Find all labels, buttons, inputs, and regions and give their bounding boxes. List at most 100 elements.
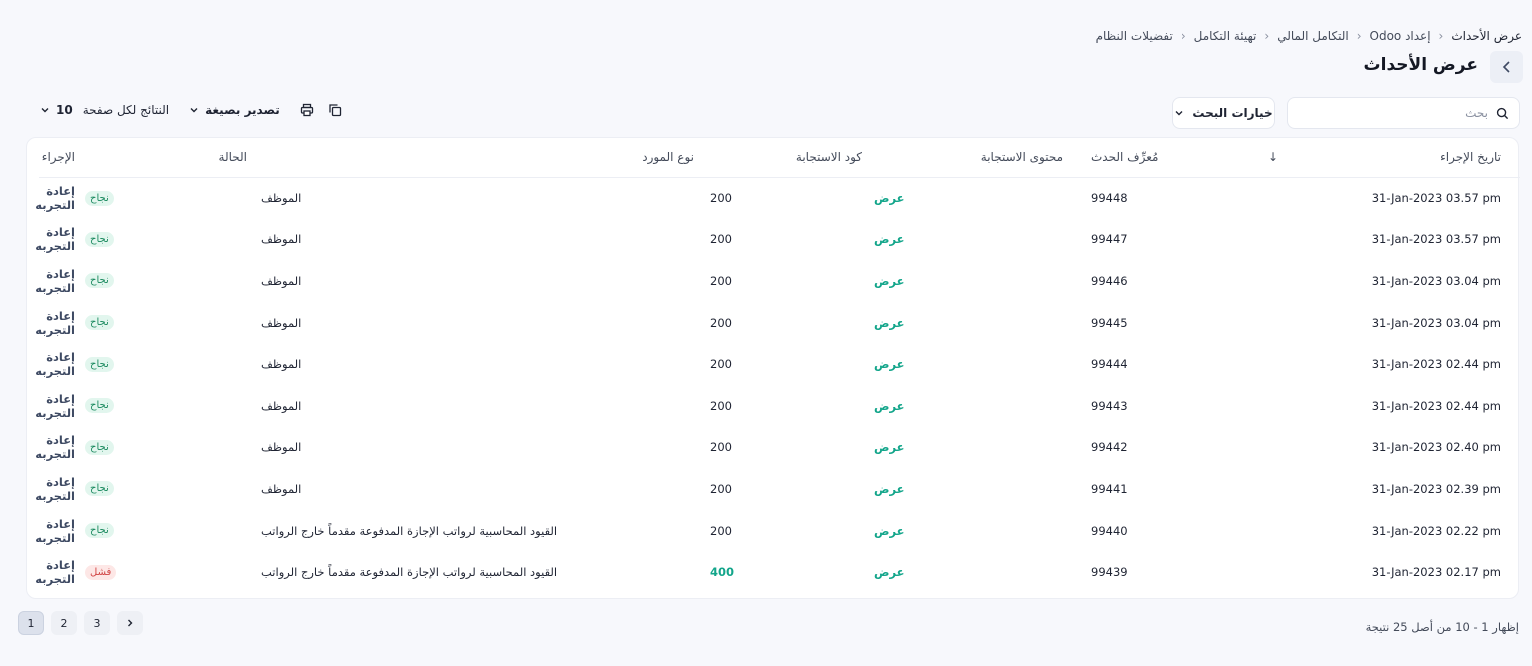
retry-button[interactable]: إعادة التجربه	[35, 350, 75, 378]
cell-date: 31-Jan-2023 02.44 pm	[1371, 398, 1501, 413]
retry-button[interactable]: إعادة التجربه	[35, 392, 75, 420]
back-button[interactable]	[1490, 51, 1523, 83]
breadcrumb: تفضيلات النظام ‹ تهيئة التكامل ‹ التكامل…	[1096, 29, 1522, 43]
chevron-down-icon	[41, 108, 49, 113]
cell-event-id: 99448	[1091, 191, 1128, 206]
search-icon	[1496, 107, 1509, 119]
cell-status: نجاح	[75, 302, 247, 344]
chevron-left-icon: ‹	[1438, 29, 1444, 43]
chevron-left-icon: ‹	[1356, 29, 1362, 43]
table-row: 31-Jan-2023 03.04 pm 99446 عرض 200 الموظف نجا…	[35, 260, 1520, 302]
per-page-value: 10	[56, 103, 73, 117]
view-content-link[interactable]: عرض	[874, 274, 904, 288]
cell-code: 200	[710, 191, 732, 206]
cell-vendor: الموظف	[261, 232, 302, 247]
cell-vendor: القيود المحاسبية لرواتب الإجازة المدفوعة…	[261, 565, 558, 580]
cell-vendor: الموظف	[261, 191, 302, 206]
view-content-link[interactable]: عرض	[874, 482, 904, 496]
cell-status: نجاح	[75, 427, 247, 469]
cell-code: 200	[710, 481, 732, 496]
view-content-link[interactable]: عرض	[874, 399, 904, 413]
page-button-1[interactable]: 1	[18, 611, 44, 635]
chevron-left-icon: ‹	[1264, 29, 1270, 43]
page-button-2[interactable]: 2	[51, 611, 77, 635]
breadcrumb-item[interactable]: إعداد Odoo	[1370, 29, 1431, 43]
cell-vendor: الموظف	[261, 481, 302, 496]
cell-status: نجاح	[75, 385, 247, 427]
cell-status: نجاح	[75, 260, 247, 302]
chevron-right-icon	[128, 619, 133, 627]
header-content: محتوى الاستجابة	[862, 138, 1063, 178]
cell-status: نجاح	[75, 219, 247, 261]
cell-action: إعادة التجربه	[35, 260, 75, 302]
sort-down-icon[interactable]: ↓	[1268, 150, 1278, 164]
view-content-link[interactable]: عرض	[874, 316, 904, 330]
view-content-link[interactable]: عرض	[874, 357, 904, 371]
cell-date: 31-Jan-2023 02.39 pm	[1371, 481, 1501, 496]
cell-code: 200	[710, 398, 732, 413]
retry-button[interactable]: إعادة التجربه	[35, 225, 75, 253]
cell-event-id: 99446	[1091, 273, 1128, 288]
export-select[interactable]: تصدير بصيغة	[189, 103, 280, 117]
cell-date: 31-Jan-2023 02.22 pm	[1371, 523, 1501, 538]
cell-content: عرض	[862, 468, 1063, 510]
page-button-3[interactable]: 3	[84, 611, 110, 635]
cell-date: 31-Jan-2023 03.04 pm	[1371, 315, 1501, 330]
breadcrumb-item[interactable]: تفضيلات النظام	[1096, 29, 1173, 43]
search-box[interactable]	[1287, 97, 1520, 129]
cell-event-id: 99447	[1091, 232, 1128, 247]
retry-button[interactable]: إعادة التجربه	[35, 184, 75, 212]
retry-button[interactable]: إعادة التجربه	[35, 267, 75, 295]
table-row: 31-Jan-2023 02.39 pm 99441 عرض 200 الموظف نجا…	[35, 468, 1520, 510]
status-badge: نجاح	[85, 315, 114, 331]
view-content-link[interactable]: عرض	[874, 191, 904, 205]
view-content-link[interactable]: عرض	[874, 440, 904, 454]
per-page-select[interactable]: 10 النتائج لكل صفحة	[40, 103, 169, 117]
retry-button[interactable]: إعادة التجربه	[35, 433, 75, 461]
breadcrumb-item[interactable]: تهيئة التكامل	[1194, 29, 1257, 43]
retry-button[interactable]: إعادة التجربه	[35, 558, 75, 586]
page-title: عرض الأحداث	[1363, 55, 1478, 75]
table-row: 31-Jan-2023 02.44 pm 99444 عرض 200 الموظف نجا…	[35, 343, 1520, 385]
chevron-left-icon: ‹	[1180, 29, 1186, 43]
search-input[interactable]	[1318, 106, 1488, 120]
cell-status: نجاح	[75, 510, 247, 552]
retry-button[interactable]: إعادة التجربه	[35, 517, 75, 545]
status-badge: نجاح	[85, 190, 114, 206]
copy-icon[interactable]	[328, 103, 342, 117]
search-options-label: خيارات البحث	[1192, 106, 1273, 120]
retry-button[interactable]: إعادة التجربه	[35, 309, 75, 337]
cell-event-id: 99440	[1091, 523, 1128, 538]
table-header-row: تاريخ الإجراء ↓ مُعرِّف الحدث محتوى الاست…	[39, 138, 1520, 178]
status-badge: فشل	[85, 564, 117, 580]
cell-action: إعادة التجربه	[35, 551, 75, 593]
breadcrumb-item[interactable]: التكامل المالي	[1277, 29, 1348, 43]
cell-content: عرض	[862, 427, 1063, 469]
cell-vendor: الموظف	[261, 440, 302, 455]
cell-code: 200	[710, 232, 732, 247]
header-date[interactable]: تاريخ الإجراء	[1278, 138, 1520, 178]
cell-vendor: القيود المحاسبية لرواتب الإجازة المدفوعة…	[261, 523, 558, 538]
cell-content: عرض	[862, 302, 1063, 344]
status-badge: نجاح	[85, 231, 114, 247]
cell-action: إعادة التجربه	[35, 343, 75, 385]
cell-action: إعادة التجربه	[35, 510, 75, 552]
cell-status: نجاح	[75, 468, 247, 510]
print-icon[interactable]	[300, 103, 314, 117]
cell-event-id: 99445	[1091, 315, 1128, 330]
cell-vendor: الموظف	[261, 315, 302, 330]
view-content-link[interactable]: عرض	[874, 565, 904, 579]
table-row: 31-Jan-2023 02.22 pm 99440 عرض 200 القيود ال…	[35, 510, 1520, 552]
table-row: 31-Jan-2023 03.04 pm 99445 عرض 200 الموظف نجا…	[35, 302, 1520, 344]
view-content-link[interactable]: عرض	[874, 524, 904, 538]
cell-event-id: 99441	[1091, 481, 1128, 496]
results-summary: إظهار 1 - 10 من أصل 25 نتيجة	[1365, 620, 1519, 634]
cell-action: إعادة التجربه	[35, 219, 75, 261]
cell-event-id: 99439	[1091, 565, 1128, 580]
retry-button[interactable]: إعادة التجربه	[35, 475, 75, 503]
next-page-button[interactable]	[117, 611, 143, 635]
table-row: 31-Jan-2023 02.44 pm 99443 عرض 200 الموظف نجا…	[35, 385, 1520, 427]
view-content-link[interactable]: عرض	[874, 232, 904, 246]
search-options-button[interactable]: خيارات البحث	[1172, 97, 1275, 129]
header-event-id[interactable]: ↓ مُعرِّف الحدث	[1063, 138, 1278, 178]
